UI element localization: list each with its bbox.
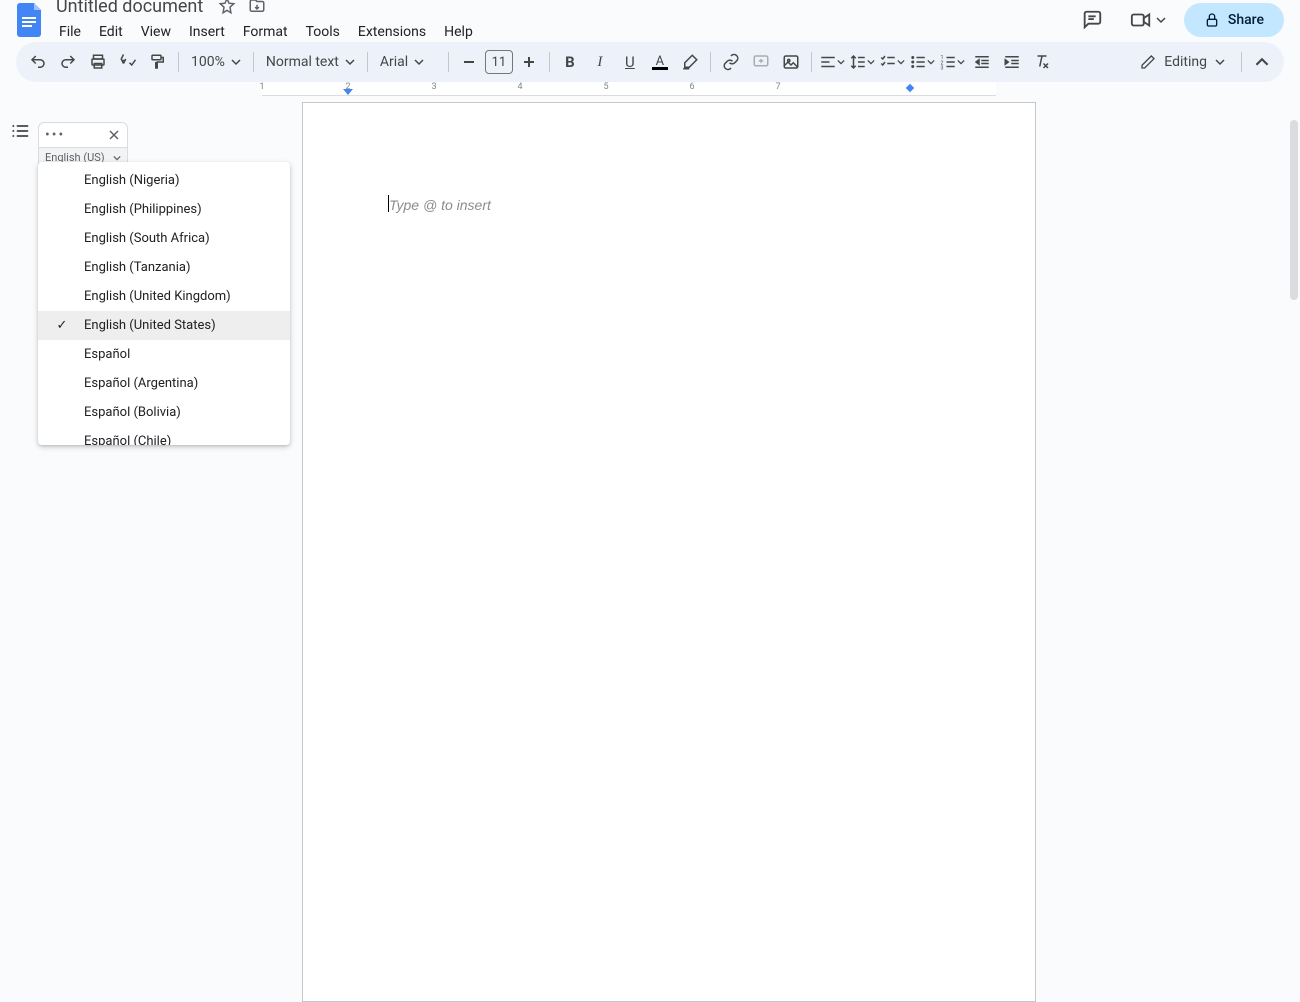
language-option[interactable]: English (South Africa) bbox=[38, 224, 290, 253]
pencil-icon bbox=[1140, 54, 1156, 70]
language-option[interactable]: English (Nigeria) bbox=[38, 166, 290, 195]
redo-button[interactable] bbox=[54, 48, 82, 76]
undo-button[interactable] bbox=[24, 48, 52, 76]
line-spacing-button[interactable] bbox=[848, 48, 876, 76]
ruler-tick-4: 4 bbox=[517, 82, 522, 92]
style-dropdown[interactable]: Normal text bbox=[260, 48, 361, 76]
move-icon[interactable] bbox=[247, 0, 267, 16]
language-option[interactable]: ✓ English (United States) bbox=[38, 311, 290, 340]
clear-formatting-button[interactable] bbox=[1028, 48, 1056, 76]
chevron-down-icon bbox=[231, 57, 241, 67]
indent-marker[interactable] bbox=[343, 89, 353, 95]
svg-text:3: 3 bbox=[940, 66, 943, 72]
menu-view[interactable]: View bbox=[134, 20, 178, 44]
language-option-label: English (Tanzania) bbox=[84, 260, 190, 275]
language-option-label: Español (Argentina) bbox=[84, 376, 198, 391]
menu-tools[interactable]: Tools bbox=[299, 20, 347, 44]
share-label: Share bbox=[1228, 12, 1264, 28]
language-option[interactable]: English (Philippines) bbox=[38, 195, 290, 224]
font-dropdown[interactable]: Arial bbox=[374, 48, 442, 76]
indent-increase-button[interactable] bbox=[998, 48, 1026, 76]
drag-handle-icon[interactable]: ••• bbox=[45, 127, 65, 143]
docs-logo[interactable] bbox=[16, 2, 44, 38]
paint-format-button[interactable] bbox=[144, 48, 172, 76]
bold-button[interactable]: B bbox=[556, 48, 584, 76]
ruler-tick-6: 6 bbox=[689, 82, 694, 92]
zoom-value: 100% bbox=[191, 54, 225, 70]
menu-format[interactable]: Format bbox=[236, 20, 295, 44]
star-icon[interactable] bbox=[217, 0, 237, 16]
font-size-decrease[interactable] bbox=[455, 48, 483, 76]
language-option[interactable]: Español (Bolivia) bbox=[38, 398, 290, 427]
document-title[interactable]: Untitled document bbox=[52, 0, 207, 17]
comments-icon[interactable] bbox=[1072, 0, 1112, 40]
style-value: Normal text bbox=[266, 54, 339, 70]
numbered-list-button[interactable]: 123 bbox=[938, 48, 966, 76]
chevron-down-icon bbox=[345, 57, 355, 67]
menu-insert[interactable]: Insert bbox=[182, 20, 232, 44]
ruler-tick-7: 7 bbox=[775, 82, 780, 92]
bullet-list-button[interactable] bbox=[908, 48, 936, 76]
language-option-label: Español (Bolivia) bbox=[84, 405, 181, 420]
collapse-toolbar-button[interactable] bbox=[1248, 48, 1276, 76]
print-button[interactable] bbox=[84, 48, 112, 76]
chevron-down-icon bbox=[1215, 57, 1225, 67]
document-page[interactable]: Type @ to insert bbox=[302, 102, 1036, 1002]
font-value: Arial bbox=[380, 54, 408, 70]
outline-button[interactable] bbox=[5, 116, 35, 146]
close-icon[interactable] bbox=[107, 128, 121, 142]
underline-button[interactable]: U bbox=[616, 48, 644, 76]
link-button[interactable] bbox=[717, 48, 745, 76]
menu-file[interactable]: File bbox=[52, 20, 88, 44]
page-placeholder: Type @ to insert bbox=[389, 197, 491, 213]
scrollbar-thumb[interactable] bbox=[1290, 120, 1298, 300]
language-option-label: Español (Chile) bbox=[84, 434, 171, 445]
menu-extensions[interactable]: Extensions bbox=[351, 20, 433, 44]
chevron-down-icon bbox=[1156, 15, 1166, 25]
chevron-down-icon bbox=[113, 154, 121, 162]
right-margin-marker[interactable] bbox=[906, 84, 914, 92]
language-option[interactable]: Español bbox=[38, 340, 290, 369]
horizontal-ruler[interactable]: 1 2 3 4 5 6 7 bbox=[262, 82, 996, 96]
check-icon: ✓ bbox=[54, 318, 70, 333]
language-option[interactable]: English (United Kingdom) bbox=[38, 282, 290, 311]
editing-mode-button[interactable]: Editing bbox=[1130, 48, 1235, 76]
language-option[interactable]: English (Tanzania) bbox=[38, 253, 290, 282]
chevron-down-icon bbox=[414, 57, 424, 67]
language-option[interactable]: Español (Chile) bbox=[38, 427, 290, 445]
ruler-tick-3: 3 bbox=[431, 82, 436, 92]
comment-button[interactable] bbox=[747, 48, 775, 76]
checklist-button[interactable] bbox=[878, 48, 906, 76]
font-size-increase[interactable] bbox=[515, 48, 543, 76]
ruler-tick-1: 1 bbox=[259, 82, 264, 92]
zoom-dropdown[interactable]: 100% bbox=[185, 48, 247, 76]
toolbar: 100% Normal text Arial 11 B I U A 123 Ed… bbox=[16, 42, 1284, 82]
meet-button[interactable] bbox=[1124, 5, 1172, 35]
vertical-scrollbar[interactable] bbox=[1288, 0, 1300, 621]
menu-edit[interactable]: Edit bbox=[92, 20, 130, 44]
language-option-label: English (Philippines) bbox=[84, 202, 202, 217]
text-color-button[interactable]: A bbox=[646, 48, 674, 76]
image-button[interactable] bbox=[777, 48, 805, 76]
highlight-button[interactable] bbox=[676, 48, 704, 76]
language-option[interactable]: Español (Argentina) bbox=[38, 369, 290, 398]
menu-help[interactable]: Help bbox=[437, 20, 480, 44]
spellcheck-button[interactable] bbox=[114, 48, 142, 76]
language-option-label: English (United Kingdom) bbox=[84, 289, 231, 304]
language-option-label: English (South Africa) bbox=[84, 231, 210, 246]
language-dropdown-list[interactable]: English (Nigeria) English (Philippines) En… bbox=[38, 162, 290, 445]
font-size-input[interactable]: 11 bbox=[485, 50, 513, 74]
align-button[interactable] bbox=[818, 48, 846, 76]
share-button[interactable]: Share bbox=[1184, 3, 1284, 37]
italic-button[interactable]: I bbox=[586, 48, 614, 76]
language-option-label: English (United States) bbox=[84, 318, 216, 333]
language-option-label: Español bbox=[84, 347, 130, 362]
indent-decrease-button[interactable] bbox=[968, 48, 996, 76]
language-option-label: English (Nigeria) bbox=[84, 173, 180, 188]
editing-label: Editing bbox=[1164, 54, 1207, 70]
menu-bar: File Edit View Insert Format Tools Exten… bbox=[52, 18, 1064, 46]
lock-icon bbox=[1204, 12, 1220, 28]
ruler-tick-5: 5 bbox=[603, 82, 608, 92]
